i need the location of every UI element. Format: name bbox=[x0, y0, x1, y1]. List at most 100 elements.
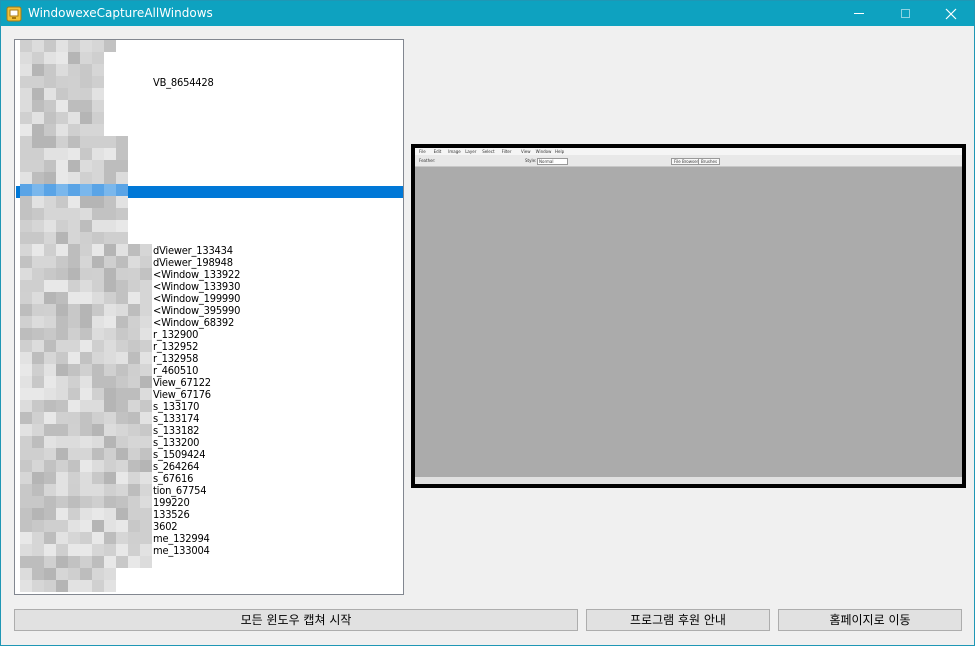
mosaic-block bbox=[32, 280, 44, 292]
mosaic-block bbox=[116, 484, 128, 496]
mosaic-block bbox=[20, 88, 32, 100]
mosaic-block bbox=[116, 448, 128, 460]
mosaic-block bbox=[92, 352, 104, 364]
mosaic-block bbox=[128, 268, 140, 280]
mosaic-block bbox=[116, 412, 128, 424]
mosaic-block bbox=[116, 220, 128, 232]
mosaic-block bbox=[104, 400, 116, 412]
mosaic-block bbox=[44, 220, 56, 232]
mosaic-block bbox=[104, 472, 116, 484]
mosaic-block bbox=[44, 580, 56, 592]
mosaic-block bbox=[80, 436, 92, 448]
mosaic-block bbox=[92, 436, 104, 448]
mosaic-block bbox=[68, 292, 80, 304]
mosaic-block bbox=[56, 532, 68, 544]
mosaic-block bbox=[80, 244, 92, 256]
mosaic-block bbox=[32, 436, 44, 448]
mosaic-block bbox=[32, 304, 44, 316]
mosaic-block bbox=[140, 280, 152, 292]
preview-menu-item: Filter bbox=[501, 149, 512, 154]
capture-all-windows-button[interactable]: 모든 윈도우 캡쳐 시작 bbox=[14, 609, 578, 631]
mosaic-block bbox=[80, 364, 92, 376]
mosaic-block bbox=[92, 424, 104, 436]
mosaic-block bbox=[104, 484, 116, 496]
capture-preview: File Edit Image Layer Select Filter View Window… bbox=[411, 144, 966, 488]
mosaic-block bbox=[140, 412, 152, 424]
mosaic-block bbox=[68, 484, 80, 496]
title-bar[interactable]: WindowexeCaptureAllWindows bbox=[1, 1, 974, 26]
mosaic-block bbox=[44, 340, 56, 352]
mosaic-block bbox=[44, 100, 56, 112]
mosaic-block bbox=[116, 256, 128, 268]
mosaic-block bbox=[80, 52, 92, 64]
mosaic-block bbox=[44, 544, 56, 556]
mosaic-block bbox=[92, 484, 104, 496]
go-homepage-button[interactable]: 홈페이지로 이동 bbox=[778, 609, 962, 631]
preview-menu-item: Window bbox=[535, 149, 552, 154]
mosaic-block bbox=[104, 352, 116, 364]
mosaic-block bbox=[116, 292, 128, 304]
mosaic-block bbox=[140, 532, 152, 544]
mosaic-block bbox=[20, 364, 32, 376]
mosaic-block bbox=[56, 256, 68, 268]
mosaic-block bbox=[80, 256, 92, 268]
mosaic-block bbox=[56, 112, 68, 124]
mosaic-block bbox=[80, 136, 92, 148]
mosaic-block bbox=[92, 184, 104, 196]
mosaic-block bbox=[128, 364, 140, 376]
mosaic-block bbox=[92, 256, 104, 268]
mosaic-block bbox=[44, 136, 56, 148]
mosaic-block bbox=[92, 460, 104, 472]
maximize-button[interactable] bbox=[882, 1, 928, 26]
mosaic-block bbox=[104, 304, 116, 316]
mosaic-block bbox=[44, 352, 56, 364]
mosaic-block bbox=[68, 508, 80, 520]
mosaic-block bbox=[128, 388, 140, 400]
mosaic-block bbox=[44, 268, 56, 280]
mosaic-block bbox=[80, 292, 92, 304]
mosaic-block bbox=[68, 520, 80, 532]
close-button[interactable] bbox=[928, 1, 974, 26]
mosaic-block bbox=[128, 556, 140, 568]
mosaic-block bbox=[20, 376, 32, 388]
mosaic-block bbox=[32, 532, 44, 544]
mosaic-block bbox=[68, 472, 80, 484]
mosaic-block bbox=[80, 172, 92, 184]
mosaic-block bbox=[104, 256, 116, 268]
mosaic-block bbox=[56, 52, 68, 64]
mosaic-block bbox=[32, 112, 44, 124]
mosaic-block bbox=[104, 232, 116, 244]
mosaic-block bbox=[140, 352, 152, 364]
mosaic-block bbox=[104, 556, 116, 568]
mosaic-block bbox=[32, 352, 44, 364]
preview-toolbar: Feather: Style: Normal File Browser Brus… bbox=[415, 155, 962, 167]
minimize-icon bbox=[854, 13, 864, 14]
window-list[interactable]: VB_8654428 dViewer_133434 dViewer_198948 <W… bbox=[14, 39, 404, 595]
mosaic-block bbox=[104, 292, 116, 304]
mosaic-block bbox=[56, 292, 68, 304]
mosaic-block bbox=[140, 520, 152, 532]
mosaic-block bbox=[68, 364, 80, 376]
mosaic-block bbox=[104, 220, 116, 232]
mosaic-block bbox=[140, 364, 152, 376]
mosaic-block bbox=[104, 532, 116, 544]
mosaic-block bbox=[116, 436, 128, 448]
mosaic-block bbox=[56, 340, 68, 352]
mosaic-block bbox=[44, 328, 56, 340]
minimize-button[interactable] bbox=[836, 1, 882, 26]
mosaic-block bbox=[44, 568, 56, 580]
mosaic-block bbox=[92, 40, 104, 52]
mosaic-block bbox=[20, 244, 32, 256]
preview-tab-brushes: Brushes bbox=[698, 158, 721, 165]
mosaic-block bbox=[44, 184, 56, 196]
preview-feather-label: Feather: bbox=[419, 158, 436, 163]
mosaic-block bbox=[32, 328, 44, 340]
app-icon bbox=[6, 6, 22, 22]
mosaic-block bbox=[92, 124, 104, 136]
mosaic-block bbox=[20, 160, 32, 172]
mosaic-block bbox=[68, 124, 80, 136]
sponsor-info-button[interactable]: 프로그램 후원 안내 bbox=[586, 609, 770, 631]
mosaic-block bbox=[68, 412, 80, 424]
mosaic-block bbox=[56, 352, 68, 364]
mosaic-block bbox=[68, 460, 80, 472]
